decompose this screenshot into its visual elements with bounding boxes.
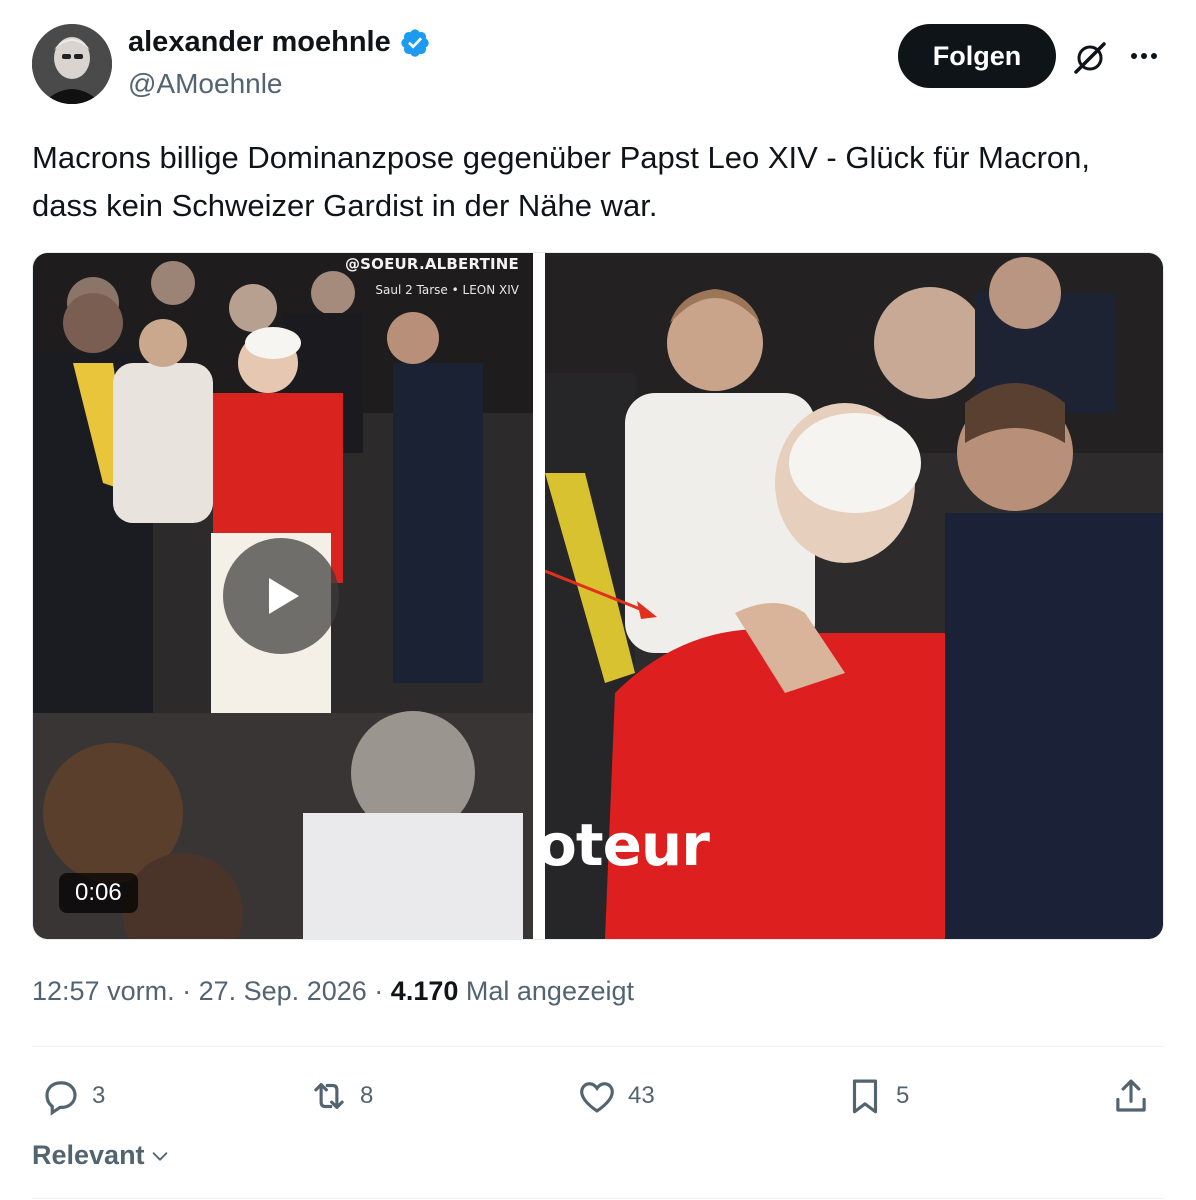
follow-button[interactable]: Folgen	[898, 24, 1056, 88]
meta-separator: ·	[182, 976, 192, 1006]
meta-separator: ·	[374, 976, 384, 1006]
repost-count: 8	[360, 1082, 374, 1109]
like-button[interactable]: 43	[576, 1072, 655, 1120]
more-icon[interactable]	[1124, 40, 1164, 72]
grok-icon[interactable]	[1070, 38, 1110, 78]
reply-button[interactable]: 3	[40, 1072, 105, 1120]
views-label: Mal angezeigt	[465, 976, 634, 1006]
avatar[interactable]	[32, 24, 112, 104]
chevron-down-icon	[152, 1151, 167, 1161]
author-display-name[interactable]: alexander moehnle	[128, 26, 391, 59]
bookmark-count: 5	[896, 1082, 910, 1109]
media-grid: @SOEUR.ALBERTINE Saul 2 Tarse • LEON XIV…	[32, 252, 1164, 940]
views-count: 4.170	[390, 976, 459, 1006]
share-icon	[1116, 1079, 1146, 1112]
heart-icon	[580, 1082, 614, 1113]
video-watermark-caption: Saul 2 Tarse • LEON XIV	[375, 283, 519, 297]
photo-thumbnail[interactable]: oteur	[545, 253, 1163, 939]
video-watermark-handle: @SOEUR.ALBERTINE	[344, 255, 519, 273]
tweet-date[interactable]: 27. Sep. 2026	[199, 976, 367, 1006]
reply-icon	[45, 1081, 77, 1116]
video-thumbnail[interactable]: @SOEUR.ALBERTINE Saul 2 Tarse • LEON XIV…	[33, 253, 533, 939]
play-icon	[269, 578, 299, 614]
verified-badge-icon[interactable]	[399, 27, 431, 59]
avatar-photo	[32, 24, 112, 104]
photo-overlay-text: oteur	[545, 811, 710, 879]
bookmark-button[interactable]: 5	[844, 1072, 909, 1120]
video-duration: 0:06	[59, 873, 138, 913]
repost-button[interactable]: 8	[308, 1072, 373, 1120]
repost-icon	[314, 1083, 344, 1109]
sort-label: Relevant	[32, 1140, 145, 1170]
divider	[32, 1198, 1164, 1199]
share-button[interactable]	[1110, 1072, 1152, 1120]
tweet-meta: 12:57 vorm. · 27. Sep. 2026 · 4.170 Mal …	[32, 976, 634, 1007]
sort-dropdown[interactable]: Relevant	[32, 1140, 171, 1171]
author-handle[interactable]: @AMoehnle	[128, 68, 283, 100]
tweet-time[interactable]: 12:57 vorm.	[32, 976, 175, 1006]
reply-count: 3	[92, 1082, 106, 1109]
divider	[32, 1046, 1164, 1047]
bookmark-icon	[852, 1079, 878, 1114]
like-count: 43	[628, 1082, 655, 1109]
tweet-text: Macrons billige Dominanzpose gegenüber P…	[32, 140, 1090, 223]
play-button[interactable]	[223, 538, 339, 654]
